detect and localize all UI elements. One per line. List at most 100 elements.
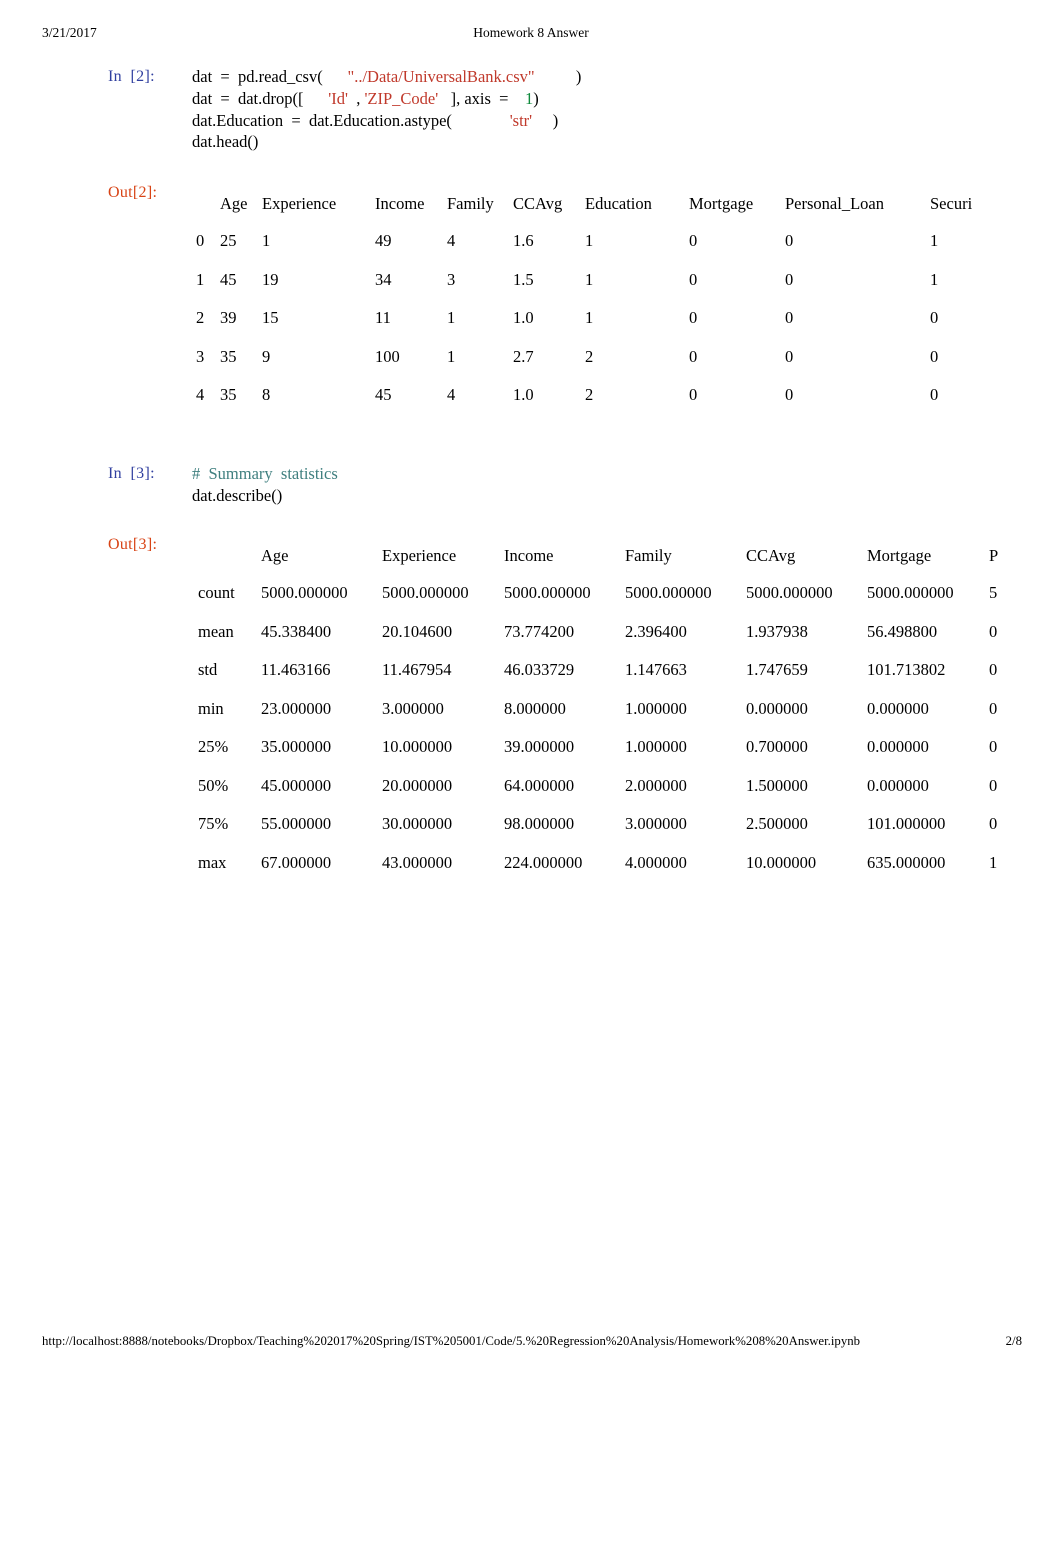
describe-cell: 2.396400 <box>625 621 687 641</box>
head-cell: 35 <box>220 346 237 366</box>
describe-cell: 5 <box>989 583 998 602</box>
table-row: mean 45.338400 20.104600 73.774200 2.396… <box>198 613 1029 652</box>
head-col-ccavg: CCAvg <box>513 194 563 213</box>
table-row: 0 25 1 49 4 1.6 1 0 0 1 <box>196 222 1000 261</box>
head-table: Age Experience Income Family CCAvg Educa… <box>196 186 1000 415</box>
code-token-str: "../Data/UniversalBank.csv" <box>347 67 535 86</box>
head-row-index: 1 <box>196 269 205 289</box>
table-row: 4 35 8 45 4 1.0 2 0 0 0 <box>196 376 1000 415</box>
code-token-plain: ], axis = <box>438 88 525 108</box>
describe-table: Age Experience Income Family CCAvg Mortg… <box>198 538 1029 882</box>
describe-cell: 0.000000 <box>867 775 929 795</box>
describe-row-index: 50% <box>198 775 229 795</box>
describe-table-body: count 5000.000000 5000.000000 5000.00000… <box>198 574 1029 882</box>
describe-cell: 55.000000 <box>261 814 332 833</box>
head-col-securities: Securi <box>930 194 973 213</box>
footer-url: http://localhost:8888/notebooks/Dropbox/… <box>42 1334 861 1348</box>
code-line: dat.head() <box>192 131 581 153</box>
head-row-index: 3 <box>196 346 205 366</box>
page-header: 3/21/2017 Homework 8 Answer <box>0 22 1062 44</box>
head-index-header <box>196 186 220 222</box>
cell-prompt-in-2[interactable]: In [2]: <box>108 66 155 88</box>
describe-cell: 635.000000 <box>867 852 946 872</box>
describe-cell: 2.000000 <box>625 775 687 795</box>
describe-cell: 101.713802 <box>867 660 946 679</box>
describe-cell: 3.000000 <box>625 814 687 833</box>
describe-cell: 0 <box>989 621 998 641</box>
describe-cell: 5000.000000 <box>746 583 833 602</box>
table-header-row: Age Experience Income Family CCAvg Educa… <box>196 186 1000 222</box>
code-token-str: 'str' <box>509 110 533 130</box>
head-cell: 0 <box>689 308 698 327</box>
describe-cell: 10.000000 <box>382 737 453 756</box>
head-cell: 15 <box>262 308 279 327</box>
head-cell: 0 <box>689 385 698 404</box>
describe-cell: 0 <box>989 737 998 756</box>
describe-row-index: 75% <box>198 814 229 833</box>
describe-cell: 56.498800 <box>867 621 938 641</box>
head-cell: 11 <box>375 308 391 327</box>
table-row: count 5000.000000 5000.000000 5000.00000… <box>198 574 1029 613</box>
describe-cell: 45.338400 <box>261 621 332 641</box>
code-token-plain: dat.Education = dat.Education.astype( <box>192 110 510 130</box>
table-header-row: Age Experience Income Family CCAvg Mortg… <box>198 538 1029 574</box>
describe-cell: 5000.000000 <box>867 583 954 602</box>
code-token-plain: ) <box>533 88 539 108</box>
code-token-str: 'Id' <box>328 88 348 108</box>
describe-cell: 5000.000000 <box>261 583 348 602</box>
table-row: 50% 45.000000 20.000000 64.000000 2.0000… <box>198 767 1029 806</box>
head-cell: 8 <box>262 385 271 404</box>
describe-col-family: Family <box>625 546 672 565</box>
code-line: dat = pd.read_csv( "../Data/UniversalBan… <box>192 66 581 88</box>
describe-cell: 1.147663 <box>625 660 687 679</box>
head-cell: 1 <box>585 269 594 289</box>
head-col-family: Family <box>447 194 494 213</box>
head-cell: 0 <box>689 269 698 289</box>
code-cell-3[interactable]: # Summary statistics dat.describe() <box>192 463 338 507</box>
head-cell: 2 <box>585 346 594 366</box>
describe-cell: 35.000000 <box>261 737 332 756</box>
cell-prompt-out-3[interactable]: Out[3]: <box>108 534 157 556</box>
describe-cell: 20.000000 <box>382 775 453 795</box>
describe-cell: 0 <box>989 698 998 718</box>
describe-col-personal: P <box>989 546 999 565</box>
table-row: 75% 55.000000 30.000000 98.000000 3.0000… <box>198 805 1029 844</box>
describe-cell: 45.000000 <box>261 775 332 795</box>
page-footer: http://localhost:8888/notebooks/Dropbox/… <box>0 1330 1062 1352</box>
head-row-index: 2 <box>196 308 205 327</box>
code-cell-2[interactable]: dat = pd.read_csv( "../Data/UniversalBan… <box>192 66 581 153</box>
head-cell: 1 <box>447 308 456 327</box>
head-cell: 35 <box>220 385 237 404</box>
describe-index-header <box>198 538 261 574</box>
describe-cell: 64.000000 <box>504 775 575 795</box>
describe-col-income: Income <box>504 546 554 565</box>
head-cell: 34 <box>375 269 392 289</box>
describe-cell: 11.463166 <box>261 660 331 679</box>
code-token-plain: ) <box>534 67 582 86</box>
describe-row-index: std <box>198 660 218 679</box>
describe-cell: 73.774200 <box>504 621 575 641</box>
describe-cell: 43.000000 <box>382 852 453 872</box>
describe-cell: 1.747659 <box>746 660 808 679</box>
head-cell: 45 <box>375 385 392 404</box>
head-cell: 39 <box>220 308 237 327</box>
head-cell: 45 <box>220 269 237 289</box>
code-line: dat.describe() <box>192 485 338 507</box>
cell-prompt-out-2[interactable]: Out[2]: <box>108 182 157 204</box>
head-cell: 4 <box>447 231 456 250</box>
head-cell: 1.0 <box>513 385 534 404</box>
cell-prompt-in-3[interactable]: In [3]: <box>108 463 155 485</box>
describe-col-mortgage: Mortgage <box>867 546 932 565</box>
describe-cell: 1.500000 <box>746 775 808 795</box>
describe-col-age: Age <box>261 546 289 565</box>
describe-cell: 0.700000 <box>746 737 808 756</box>
table-row: std 11.463166 11.467954 46.033729 1.1476… <box>198 651 1029 690</box>
head-cell: 1 <box>930 231 939 250</box>
describe-cell: 20.104600 <box>382 621 453 641</box>
describe-cell: 1.000000 <box>625 698 687 718</box>
describe-cell: 1 <box>989 852 998 872</box>
head-cell: 2.7 <box>513 346 534 366</box>
code-token-plain: dat = pd.read_csv( <box>192 67 348 86</box>
describe-cell: 1.000000 <box>625 737 687 756</box>
head-row-index: 0 <box>196 231 205 250</box>
